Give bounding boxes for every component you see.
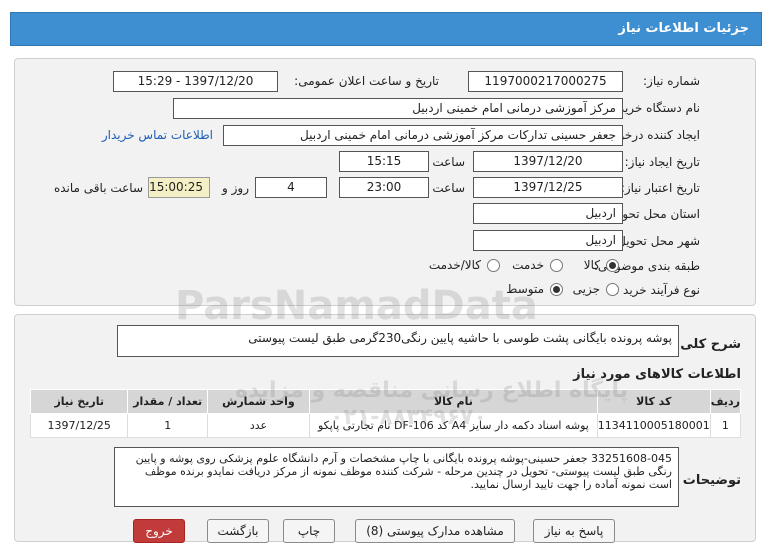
process-radio-minor[interactable] bbox=[606, 283, 619, 296]
need-number-label: شماره نیاز: bbox=[643, 74, 700, 88]
table-row: 1 1134110005180001 پوشه اسناد دکمه دار س… bbox=[29, 413, 742, 438]
col-row: ردیف bbox=[709, 389, 742, 414]
need-number-field: 1197000217000275 bbox=[468, 71, 623, 92]
remaining-label: ساعت باقی مانده bbox=[53, 181, 143, 195]
announce-field: 1397/12/20 - 15:29 bbox=[113, 71, 278, 92]
process-option-minor: جزیی bbox=[572, 282, 600, 296]
process-option-medium: متوسط bbox=[506, 282, 544, 296]
category-radio-goods[interactable] bbox=[606, 259, 619, 272]
validity-time-label: ساعت bbox=[432, 181, 465, 195]
city-field: اردبیل bbox=[473, 230, 623, 251]
page-title: جزئیات اطلاعات نیاز bbox=[618, 21, 749, 36]
remaining-time-field: 15:00:25 bbox=[148, 177, 210, 198]
created-time-field: 15:15 bbox=[339, 151, 429, 172]
buyer-field: مرکز آموزشی درمانی امام خمینی اردبیل bbox=[173, 98, 623, 119]
cell-qty: 1 bbox=[127, 413, 208, 438]
category-radio-goods-service[interactable] bbox=[487, 259, 500, 272]
days-label: روز و bbox=[222, 181, 249, 195]
category-option-service: خدمت bbox=[512, 258, 544, 272]
summary-text: پوشه پرونده بایگانی پشت طوسی با حاشیه پا… bbox=[117, 325, 679, 357]
province-field: اردبیل bbox=[473, 203, 623, 224]
cell-code: 1134110005180001 bbox=[596, 413, 711, 438]
col-name: نام کالا bbox=[309, 389, 598, 414]
goods-section-title: اطلاعات کالاهای مورد نیاز bbox=[573, 367, 741, 382]
created-date-field: 1397/12/20 bbox=[473, 151, 623, 172]
requester-field: جعفر حسینی تدارکات مرکز آموزشی درمانی ام… bbox=[223, 125, 623, 146]
need-info-panel: شماره نیاز: 1197000217000275 تاریخ و ساع… bbox=[14, 58, 756, 306]
back-button[interactable]: بازگشت bbox=[207, 519, 269, 543]
page-title-bar: جزئیات اطلاعات نیاز bbox=[10, 12, 762, 46]
exit-button[interactable]: خروج bbox=[133, 519, 185, 543]
col-qty: تعداد / مقدار bbox=[127, 389, 208, 414]
view-attachments-button[interactable]: مشاهده مدارک پیوستی (8) bbox=[355, 519, 515, 543]
cell-unit: عدد bbox=[206, 413, 311, 438]
reply-button[interactable]: پاسخ به نیاز bbox=[533, 519, 615, 543]
cell-date: 1397/12/25 bbox=[29, 413, 129, 438]
col-date: تاریخ نیاز bbox=[29, 389, 129, 414]
category-option-goods-service: کالا/خدمت bbox=[428, 258, 481, 272]
validity-time-field: 23:00 bbox=[339, 177, 429, 198]
buyer-contact-link[interactable]: اطلاعات تماس خریدار bbox=[102, 128, 213, 142]
validity-date-field: 1397/12/25 bbox=[473, 177, 623, 198]
process-label: نوع فرآیند خرید : bbox=[615, 283, 700, 297]
goods-table: ردیف کد کالا نام کالا واحد شمارش تعداد /… bbox=[29, 389, 742, 438]
created-date-label: تاریخ ایجاد نیاز: bbox=[624, 155, 700, 169]
col-code: کد کالا bbox=[596, 389, 711, 414]
col-unit: واحد شمارش bbox=[206, 389, 311, 414]
cell-row: 1 bbox=[709, 413, 742, 438]
category-radio-service[interactable] bbox=[550, 259, 563, 272]
days-field: 4 bbox=[255, 177, 327, 198]
validity-date-label: تاریخ اعتبار نیاز: bbox=[620, 181, 700, 195]
print-button[interactable]: چاپ bbox=[283, 519, 335, 543]
created-time-label: ساعت bbox=[432, 155, 465, 169]
process-radio-medium[interactable] bbox=[550, 283, 563, 296]
category-option-goods: کالا bbox=[583, 258, 600, 272]
city-label: شهر محل تحویل: bbox=[613, 234, 700, 248]
announce-label: تاریخ و ساعت اعلان عمومی: bbox=[294, 74, 439, 88]
notes-text: 33251608-045 جعفر حسینی-پوشه پرونده بایگ… bbox=[114, 447, 679, 507]
need-details-panel: شرح کلی نیاز: پوشه پرونده بایگانی پشت طو… bbox=[14, 314, 756, 543]
cell-name: پوشه اسناد دکمه دار سایز A4 کد DF-106 نا… bbox=[309, 413, 598, 438]
goods-table-header: ردیف کد کالا نام کالا واحد شمارش تعداد /… bbox=[29, 389, 742, 414]
